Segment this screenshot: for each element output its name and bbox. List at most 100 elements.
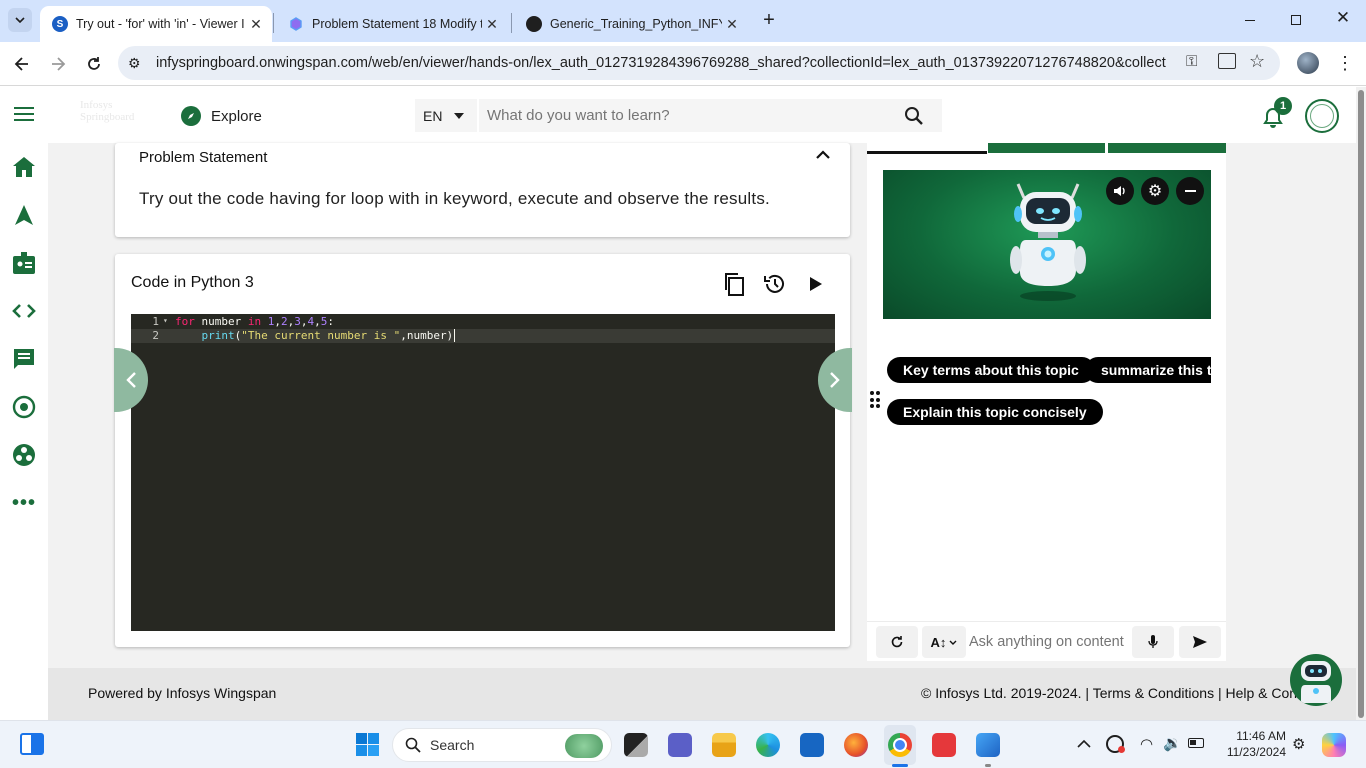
chip-key-terms[interactable]: Key terms about this topic (887, 357, 1095, 383)
back-button[interactable] (12, 54, 32, 74)
history-icon (764, 274, 784, 293)
code-editor[interactable]: 1 2 ▾ for number in 1,2,3,4,5: print("Th… (131, 314, 835, 631)
page-footer: Powered by Infosys Wingspan © Infosys Lt… (48, 668, 1356, 720)
task-view-icon[interactable] (624, 733, 648, 757)
volume-icon[interactable]: 🔉 (1163, 734, 1182, 752)
photos-icon[interactable] (976, 733, 1000, 757)
edge-icon[interactable] (756, 733, 780, 757)
back-arrow-icon (14, 57, 28, 71)
send-icon (1193, 636, 1207, 648)
infosys-springboard-logo[interactable]: Infosys Springboard (80, 99, 134, 129)
search-highlight-image (565, 734, 603, 758)
chatbot-launcher-button[interactable] (1290, 654, 1342, 706)
file-explorer-icon[interactable] (712, 733, 736, 757)
line-number: 1 (152, 315, 159, 328)
reload-icon (88, 57, 100, 70)
explore-button[interactable]: Explore (181, 105, 262, 127)
settings-button[interactable]: ⚙ (1141, 177, 1169, 205)
chat-input[interactable] (969, 630, 1129, 654)
run-code-button[interactable] (809, 276, 823, 292)
fold-arrow-icon[interactable]: ▾ (163, 316, 168, 325)
firefox-icon[interactable] (844, 733, 868, 757)
url-text[interactable]: infyspringboard.onwingspan.com/web/en/vi… (156, 55, 1166, 71)
windows-start-icon[interactable] (356, 733, 379, 756)
install-app-icon[interactable] (1218, 53, 1236, 69)
community-icon[interactable] (10, 441, 38, 469)
panel-tab-active-indicator[interactable] (867, 151, 987, 154)
notifications-button[interactable]: 1 (1262, 97, 1292, 129)
bookmark-star-icon[interactable]: ☆ (1249, 51, 1265, 72)
panel-tab[interactable] (1108, 143, 1226, 153)
wps-office-icon[interactable] (932, 733, 956, 757)
collapse-chevron-up-icon[interactable] (816, 150, 830, 159)
teams-icon[interactable] (668, 733, 692, 757)
password-key-icon[interactable]: ⚿ (1186, 53, 1197, 70)
history-button[interactable] (763, 272, 787, 296)
minimize-window-button[interactable] (1240, 10, 1260, 30)
forward-button[interactable] (48, 54, 68, 74)
tab-search-button[interactable] (8, 8, 32, 32)
tab-github-generic-training[interactable]: Generic_Training_Python_INFY/( ✕ (514, 6, 748, 42)
send-button[interactable] (1179, 626, 1221, 658)
restore-window-button[interactable] (1286, 10, 1306, 30)
assistant-video[interactable]: ⚙ (883, 170, 1211, 319)
navigation-arrow-icon[interactable] (10, 201, 38, 229)
focus-assist-icon[interactable]: ⚙ (1292, 735, 1305, 753)
text-style-dropdown[interactable]: A↕ (922, 626, 966, 658)
notification-count-badge: 1 (1274, 97, 1292, 115)
reload-button[interactable] (84, 54, 104, 74)
chrome-icon[interactable] (888, 733, 912, 757)
panel-tab[interactable] (988, 143, 1105, 153)
site-header: Infosys Springboard Explore EN 1 (0, 87, 1356, 143)
chevron-down-icon (15, 17, 25, 23)
tab-problem-statement-18[interactable]: Problem Statement 18 Modify t ✕ (276, 6, 508, 42)
minimize-assistant-button[interactable] (1176, 177, 1204, 205)
ai-assistant-panel: ⚙ Key terms about this topic summarize t… (867, 143, 1226, 661)
chip-explain-concisely[interactable]: Explain this topic concisely (887, 399, 1103, 425)
scrollbar-thumb[interactable] (1358, 90, 1364, 718)
drag-handle-icon[interactable] (870, 391, 880, 409)
clock-time: 11:46 AM (1236, 729, 1286, 743)
copyright-links[interactable]: © Infosys Ltd. 2019-2024. | Terms & Cond… (921, 685, 1351, 701)
copilot-icon[interactable] (1322, 733, 1346, 757)
code-icon[interactable] (10, 297, 38, 325)
tab-try-out-viewer[interactable]: S Try out - 'for' with 'in' - Viewer I ✕ (40, 6, 272, 42)
target-icon[interactable] (10, 393, 38, 421)
copy-icon (725, 273, 744, 296)
omnibox[interactable]: ⚙ infyspringboard.onwingspan.com/web/en/… (118, 46, 1280, 80)
hamburger-menu-icon[interactable] (14, 107, 34, 121)
copy-code-button[interactable] (723, 272, 745, 296)
refresh-chat-button[interactable] (876, 626, 918, 658)
close-tab-icon[interactable]: ✕ (482, 16, 502, 33)
new-tab-button[interactable]: + (758, 9, 780, 31)
microphone-button[interactable] (1132, 626, 1174, 658)
profile-avatar[interactable] (1297, 52, 1319, 74)
search-input[interactable] (487, 107, 887, 124)
suggestion-chips: Key terms about this topic summarize thi… (887, 357, 1211, 429)
badge-id-icon[interactable] (10, 249, 38, 277)
home-icon[interactable] (10, 153, 38, 181)
site-info-icon[interactable]: ⚙ (128, 55, 141, 72)
more-icon[interactable]: ••• (10, 489, 38, 517)
volume-button[interactable] (1106, 177, 1134, 205)
wifi-icon[interactable]: ◠ (1140, 735, 1153, 753)
close-tab-icon[interactable]: ✕ (246, 16, 266, 33)
chevron-left-icon (126, 372, 136, 388)
clock[interactable]: 11:46 AM 11/23/2024 (1212, 728, 1286, 760)
battery-icon[interactable] (1188, 738, 1204, 748)
taskbar-search-box[interactable]: Search (392, 728, 612, 762)
chat-icon[interactable] (10, 345, 38, 373)
springboard-favicon: S (52, 16, 68, 32)
language-select[interactable]: EN (415, 99, 477, 132)
system-tray-chevron-icon[interactable] (1077, 736, 1091, 750)
sync-alert-icon[interactable] (1106, 735, 1125, 753)
widgets-icon[interactable] (20, 733, 44, 755)
chip-summarize[interactable]: summarize this topic (1085, 357, 1211, 383)
search-icon[interactable] (904, 106, 924, 126)
search-box[interactable] (479, 99, 942, 132)
close-window-button[interactable]: ✕ (1332, 8, 1354, 30)
user-avatar[interactable] (1305, 99, 1339, 133)
browser-menu-icon[interactable]: ⋮ (1336, 52, 1354, 74)
close-tab-icon[interactable]: ✕ (722, 16, 742, 33)
microsoft-store-icon[interactable] (800, 733, 824, 757)
